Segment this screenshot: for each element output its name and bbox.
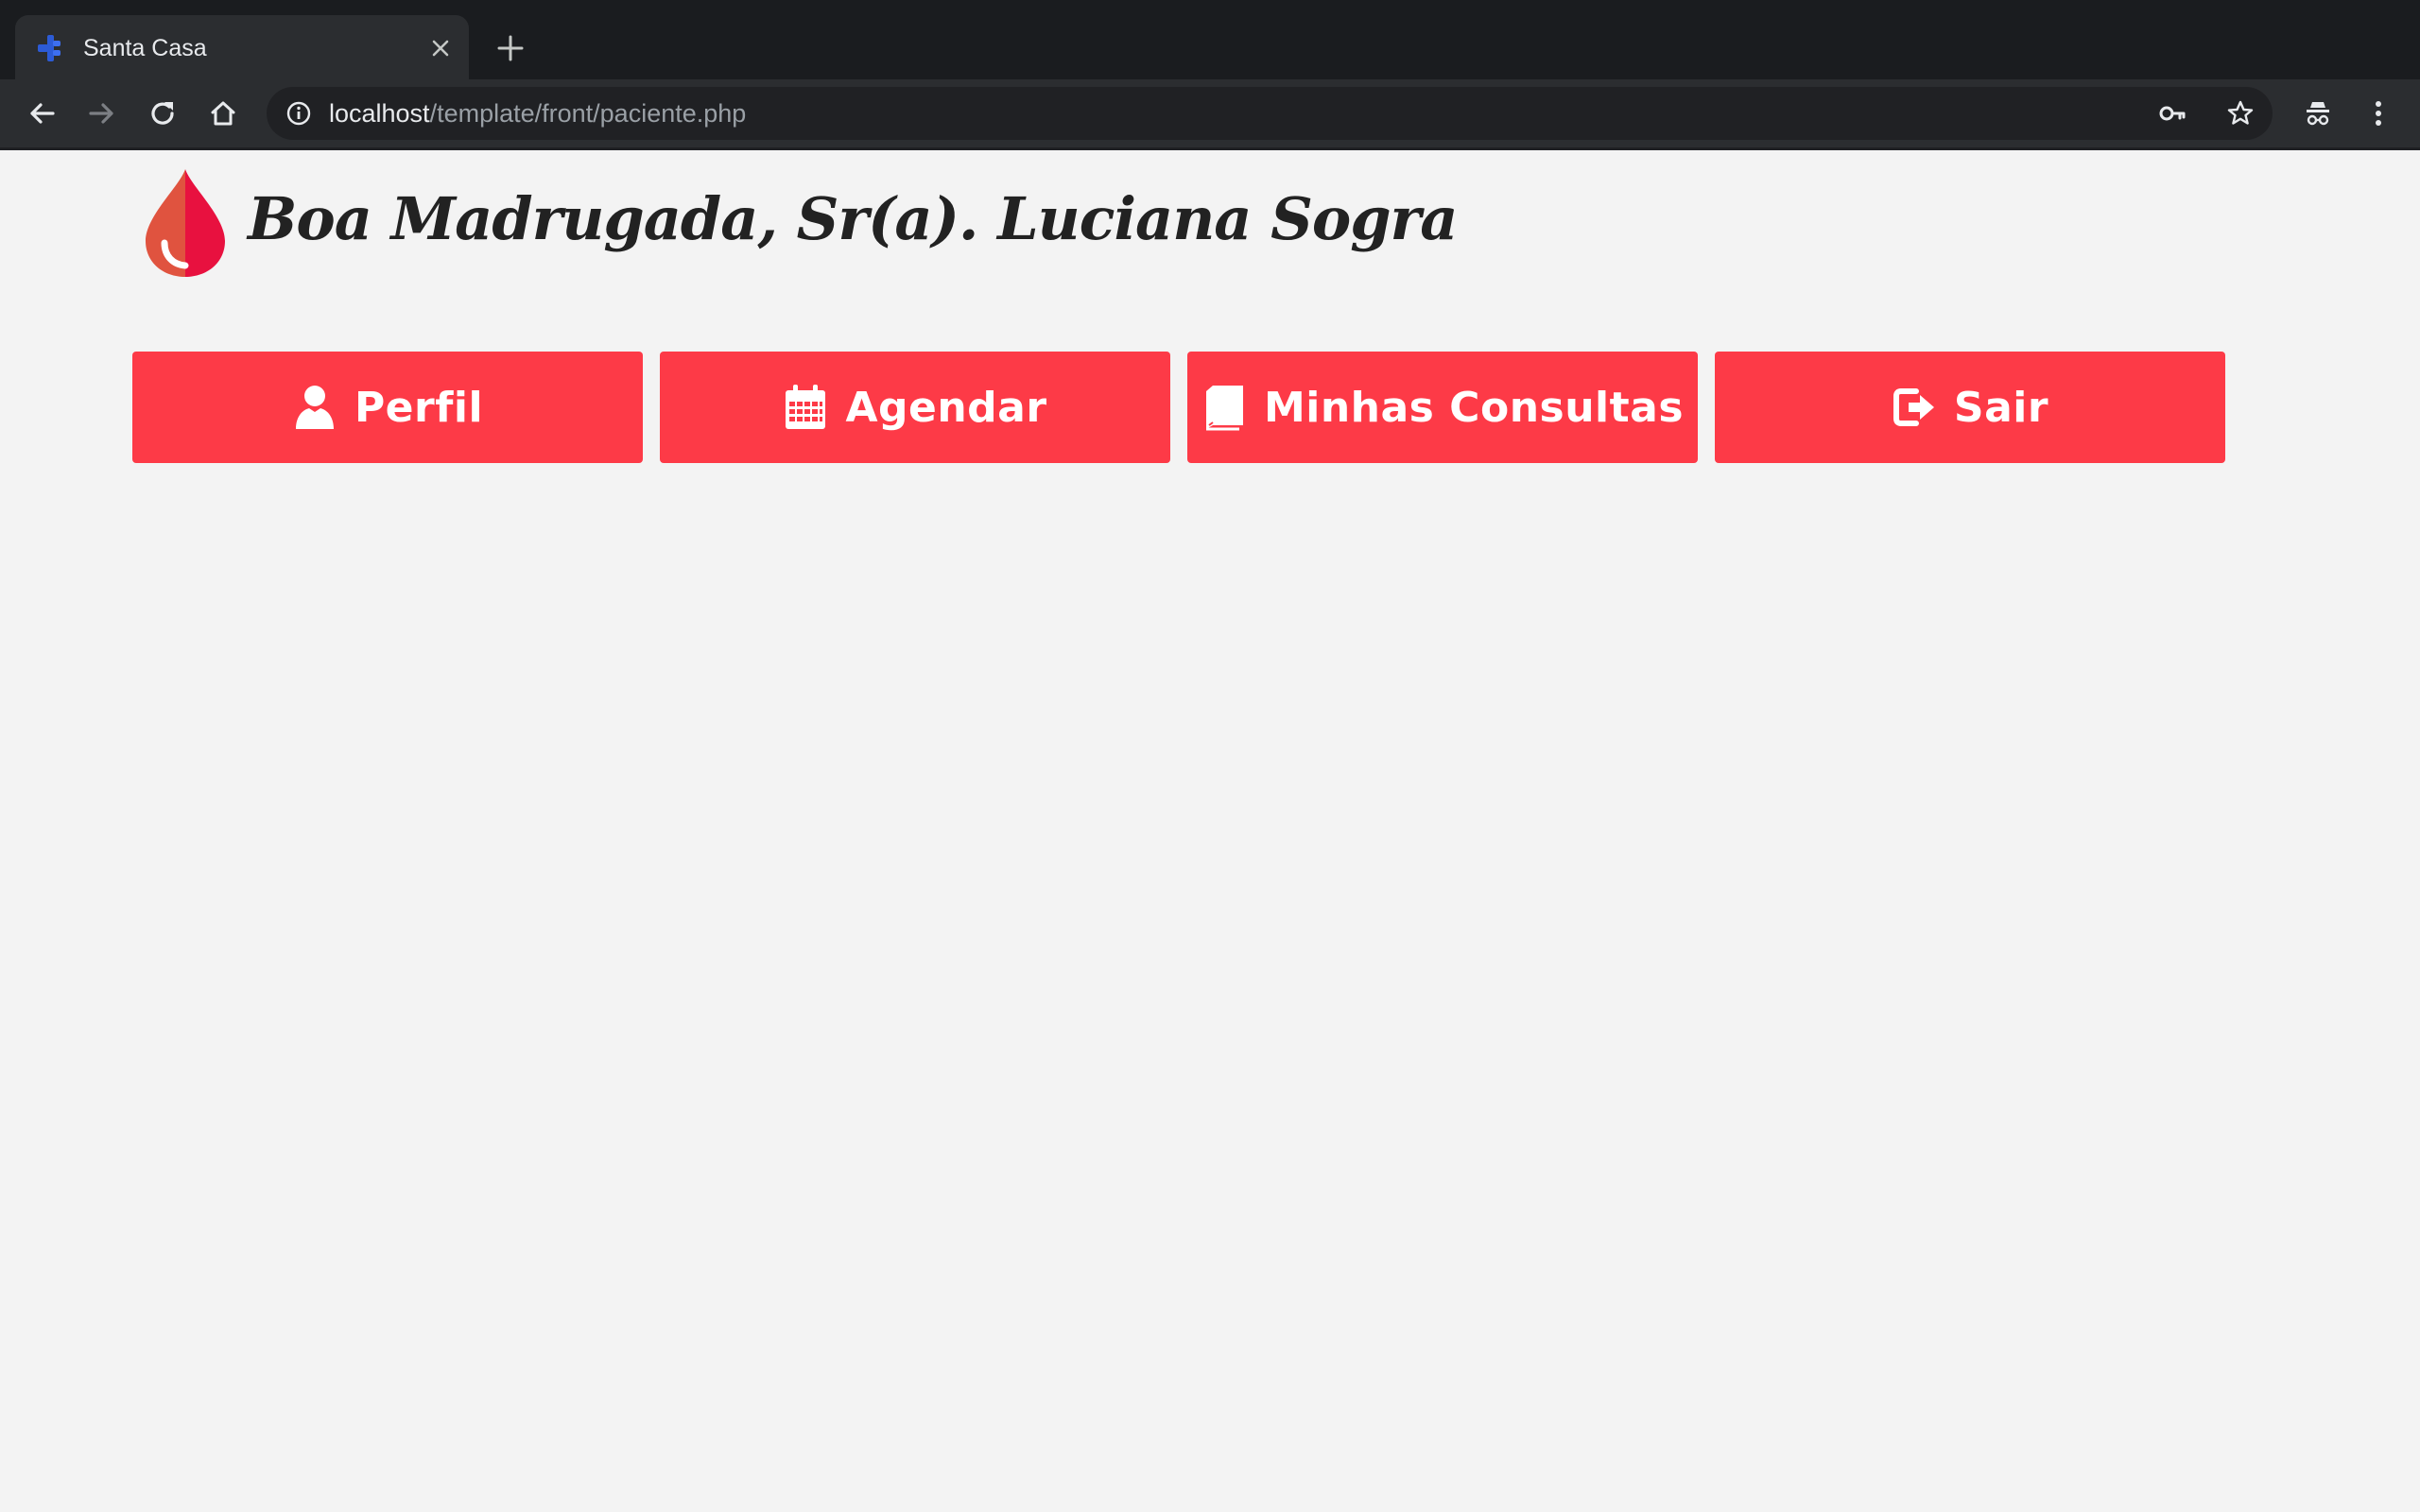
star-icon[interactable]	[2225, 98, 2256, 129]
my-appointments-button-content: Minhas Consultas	[1187, 352, 1698, 463]
medical-star-icon	[38, 35, 60, 61]
kebab-menu-icon[interactable]	[2360, 94, 2397, 132]
url-host: localhost	[329, 99, 430, 128]
url-text: localhost/template/front/paciente.php	[329, 87, 746, 140]
reload-icon[interactable]	[144, 94, 182, 132]
calendar-icon	[786, 385, 826, 429]
blood-drop-icon	[146, 169, 225, 277]
home-icon[interactable]	[204, 94, 242, 132]
book-icon	[1205, 386, 1243, 431]
profile-button-label: Perfil	[354, 383, 484, 432]
tab-title: Santa Casa	[83, 35, 207, 61]
profile-button-content: Perfil	[132, 352, 643, 463]
page-content: Boa Madrugada, Sr(a). Luciana Sogra Perf…	[0, 150, 2420, 1512]
profile-button[interactable]: Perfil	[132, 352, 643, 463]
logout-button-content: Sair	[1715, 352, 2225, 463]
greeting-title: Boa Madrugada, Sr(a). Luciana Sogra	[248, 184, 1458, 253]
key-icon[interactable]	[2157, 98, 2187, 129]
plus-icon[interactable]	[493, 31, 527, 65]
logout-button-label: Sair	[1953, 383, 2049, 432]
back-arrow-icon[interactable]	[23, 94, 60, 132]
schedule-button[interactable]: Agendar	[660, 352, 1170, 463]
forward-arrow-icon[interactable]	[83, 94, 121, 132]
my-appointments-button[interactable]: Minhas Consultas	[1187, 352, 1698, 463]
address-bar[interactable]: localhost/template/front/paciente.php	[267, 87, 2273, 140]
close-icon[interactable]	[425, 33, 456, 63]
browser-toolbar: localhost/template/front/paciente.php	[0, 79, 2420, 147]
sign-out-icon	[1893, 388, 1934, 426]
user-icon	[295, 386, 334, 429]
incognito-icon[interactable]	[2299, 94, 2337, 132]
logout-button[interactable]: Sair	[1715, 352, 2225, 463]
info-icon[interactable]	[284, 98, 314, 129]
my-appointments-button-label: Minhas Consultas	[1263, 383, 1685, 432]
schedule-button-content: Agendar	[660, 352, 1170, 463]
browser-tab[interactable]: Santa Casa	[15, 15, 469, 79]
schedule-button-label: Agendar	[845, 383, 1047, 432]
url-path: /template/front/paciente.php	[429, 99, 747, 128]
browser-tab-strip: Santa Casa	[0, 0, 2420, 79]
